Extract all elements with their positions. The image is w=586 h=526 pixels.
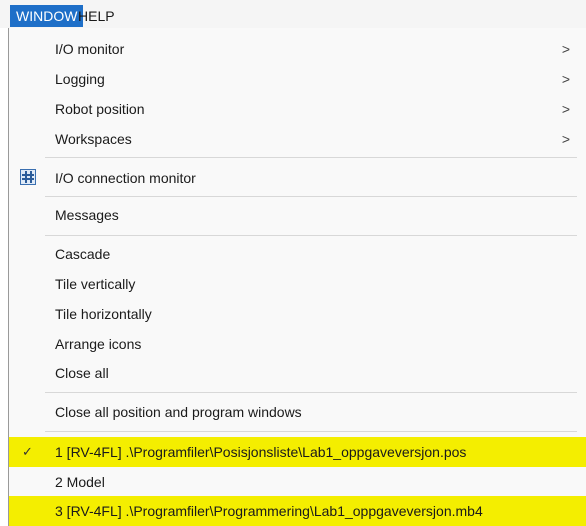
menu-item-label: Tile horizontally bbox=[55, 306, 152, 322]
menu-item-robot-position[interactable]: Robot position > bbox=[9, 94, 586, 124]
chevron-right-icon: > bbox=[561, 71, 570, 87]
menu-item-label: Cascade bbox=[55, 246, 111, 262]
menu-item-close-all-position-program[interactable]: Close all position and program windows bbox=[9, 397, 586, 427]
menu-item-label: Logging bbox=[55, 71, 105, 87]
menu-separator bbox=[45, 431, 577, 432]
menu-separator bbox=[45, 392, 577, 393]
menu-item-label: 3 [RV-4FL] .\Programfiler\Programmering\… bbox=[55, 503, 483, 519]
menu-separator bbox=[45, 157, 577, 158]
io-connection-monitor-icon bbox=[20, 169, 36, 185]
menu-item-label: Arrange icons bbox=[55, 336, 142, 352]
menu-item-cascade[interactable]: Cascade bbox=[9, 239, 586, 269]
menu-item-label: Robot position bbox=[55, 101, 145, 117]
menu-separator bbox=[45, 235, 577, 236]
chevron-right-icon: > bbox=[561, 131, 570, 147]
menu-item-label: 1 [RV-4FL] .\Programfiler\Posisjonsliste… bbox=[55, 444, 467, 460]
menu-item-label: I/O monitor bbox=[55, 41, 125, 57]
menu-item-messages[interactable]: Messages bbox=[9, 200, 586, 230]
menu-item-label: Close all bbox=[55, 365, 109, 381]
menu-item-tile-vertically[interactable]: Tile vertically bbox=[9, 269, 586, 299]
menu-item-io-connection-monitor[interactable]: I/O connection monitor bbox=[9, 163, 586, 193]
chevron-right-icon: > bbox=[561, 41, 570, 57]
menu-item-arrange-icons[interactable]: Arrange icons bbox=[9, 329, 586, 359]
menu-item-close-all[interactable]: Close all bbox=[9, 358, 586, 388]
window-dropdown-menu: I/O monitor > Logging > Robot position >… bbox=[9, 28, 586, 526]
menu-item-label: Workspaces bbox=[55, 131, 132, 147]
menu-item-window-3[interactable]: 3 [RV-4FL] .\Programfiler\Programmering\… bbox=[9, 496, 586, 526]
menu-item-label: 2 Model bbox=[55, 474, 105, 490]
menu-help[interactable]: HELP bbox=[72, 5, 121, 27]
check-icon: ✓ bbox=[22, 444, 33, 459]
menu-item-io-monitor[interactable]: I/O monitor > bbox=[9, 34, 586, 64]
menu-item-label: I/O connection monitor bbox=[55, 170, 196, 186]
menu-item-logging[interactable]: Logging > bbox=[9, 64, 586, 94]
menu-item-label: Messages bbox=[55, 207, 119, 223]
chevron-right-icon: > bbox=[561, 101, 570, 117]
menu-separator bbox=[45, 196, 577, 197]
menu-bar: WINDOW HELP bbox=[0, 0, 586, 28]
menu-item-workspaces[interactable]: Workspaces > bbox=[9, 124, 586, 154]
menu-item-label: Close all position and program windows bbox=[55, 404, 302, 420]
menu-item-window-1[interactable]: ✓ 1 [RV-4FL] .\Programfiler\Posisjonslis… bbox=[9, 437, 586, 467]
menu-item-tile-horizontally[interactable]: Tile horizontally bbox=[9, 299, 586, 329]
menu-item-label: Tile vertically bbox=[55, 276, 136, 292]
menu-item-window-2[interactable]: 2 Model bbox=[9, 467, 586, 497]
